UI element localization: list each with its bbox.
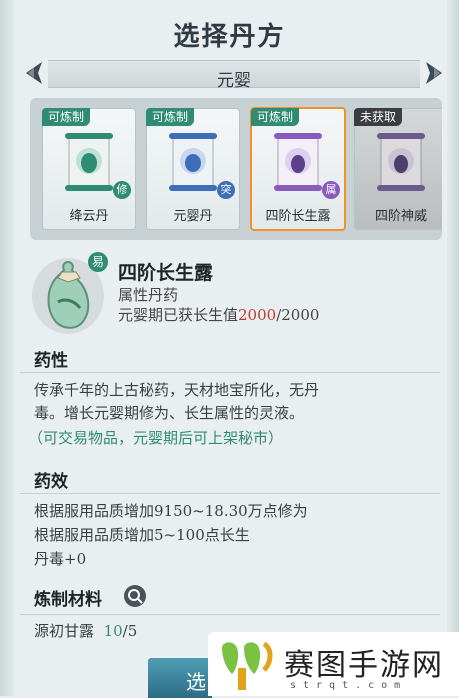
item-type: 属性丹药 bbox=[118, 286, 179, 304]
category-badge: 突 bbox=[217, 181, 235, 199]
watermark-url: strqt.com bbox=[290, 680, 408, 691]
recipe-card[interactable]: 可炼制 修 绛云丹 bbox=[42, 108, 136, 230]
material-need: 5 bbox=[127, 622, 138, 640]
trade-note: （可交易物品，元婴期后可上架秘市） bbox=[28, 429, 284, 447]
card-name: 四阶长生露 bbox=[265, 209, 331, 224]
right-border bbox=[447, 0, 459, 696]
watermark-text: 赛图手游网 bbox=[284, 648, 444, 683]
confirm-button[interactable]: 选 bbox=[148, 658, 212, 698]
properties-line: 毒。增长元婴期修为、长生属性的灵液。 bbox=[34, 404, 305, 422]
chevron-right-icon bbox=[426, 62, 442, 84]
scroll-icon bbox=[65, 133, 113, 191]
effect-line: 根据服用品质增加5~100点长生 bbox=[34, 526, 250, 544]
gain-prefix: 元婴期已获长生值 bbox=[118, 306, 239, 324]
scroll-icon bbox=[169, 133, 217, 191]
materials-title: 炼制材料 bbox=[34, 590, 102, 610]
properties-line: 传承千年的上古秘药，天材地宝所化，无丹 bbox=[34, 381, 320, 399]
prev-tier-button[interactable] bbox=[20, 58, 48, 88]
card-status-tag: 未获取 bbox=[354, 108, 403, 126]
recipe-carousel[interactable]: 可炼制 修 绛云丹 可炼制 突 元婴丹 可炼制 属 四阶长生露 未获取 四阶神威 bbox=[30, 98, 442, 240]
category-badge: 属 bbox=[322, 181, 340, 199]
tier-selector: 元婴 bbox=[20, 58, 448, 91]
page-title: 选择丹方 bbox=[173, 22, 286, 52]
chevron-left-icon bbox=[26, 62, 42, 84]
recipe-card-locked[interactable]: 未获取 四阶神威 bbox=[354, 108, 442, 230]
difficulty-badge: 易 bbox=[88, 252, 108, 272]
material-name: 源初甘露 bbox=[34, 622, 95, 640]
card-status-tag: 可炼制 bbox=[42, 108, 91, 126]
material-have: 10 bbox=[103, 622, 123, 640]
watermark: 赛图手游网 strqt.com bbox=[208, 632, 459, 696]
card-name: 四阶神威 bbox=[374, 209, 427, 224]
divider bbox=[20, 614, 440, 615]
search-icon bbox=[128, 589, 143, 604]
tier-label: 元婴 bbox=[217, 71, 251, 91]
card-status-tag: 可炼制 bbox=[251, 108, 300, 126]
gain-max: 2000 bbox=[281, 306, 320, 324]
material-search-button[interactable] bbox=[124, 585, 146, 607]
properties-title: 药性 bbox=[34, 351, 68, 371]
recipe-card[interactable]: 可炼制 突 元婴丹 bbox=[146, 108, 240, 230]
next-tier-button[interactable] bbox=[420, 58, 448, 88]
card-status-tag: 可炼制 bbox=[146, 108, 195, 126]
card-name: 绛云丹 bbox=[69, 209, 109, 224]
divider bbox=[20, 372, 440, 373]
category-badge: 修 bbox=[113, 181, 131, 199]
watermark-logo-icon bbox=[222, 641, 273, 690]
effect-line: 根据服用品质增加9150~18.30万点修为 bbox=[34, 502, 308, 520]
material-row: 源初甘露 10/5 bbox=[34, 620, 137, 642]
gain-current: 2000 bbox=[238, 306, 277, 324]
left-border bbox=[0, 0, 14, 696]
effects-title: 药效 bbox=[34, 472, 68, 492]
longevity-progress: 元婴期已获长生值2000/2000 bbox=[118, 304, 319, 325]
card-name: 元婴丹 bbox=[173, 209, 213, 224]
item-name: 四阶长生露 bbox=[118, 262, 214, 284]
scroll-icon bbox=[274, 133, 322, 191]
tier-band: 元婴 bbox=[48, 60, 420, 91]
recipe-card-selected[interactable]: 可炼制 属 四阶长生露 bbox=[250, 107, 346, 231]
divider bbox=[20, 493, 440, 494]
scroll-icon bbox=[377, 133, 425, 191]
effect-line: 丹毒+0 bbox=[34, 550, 87, 568]
